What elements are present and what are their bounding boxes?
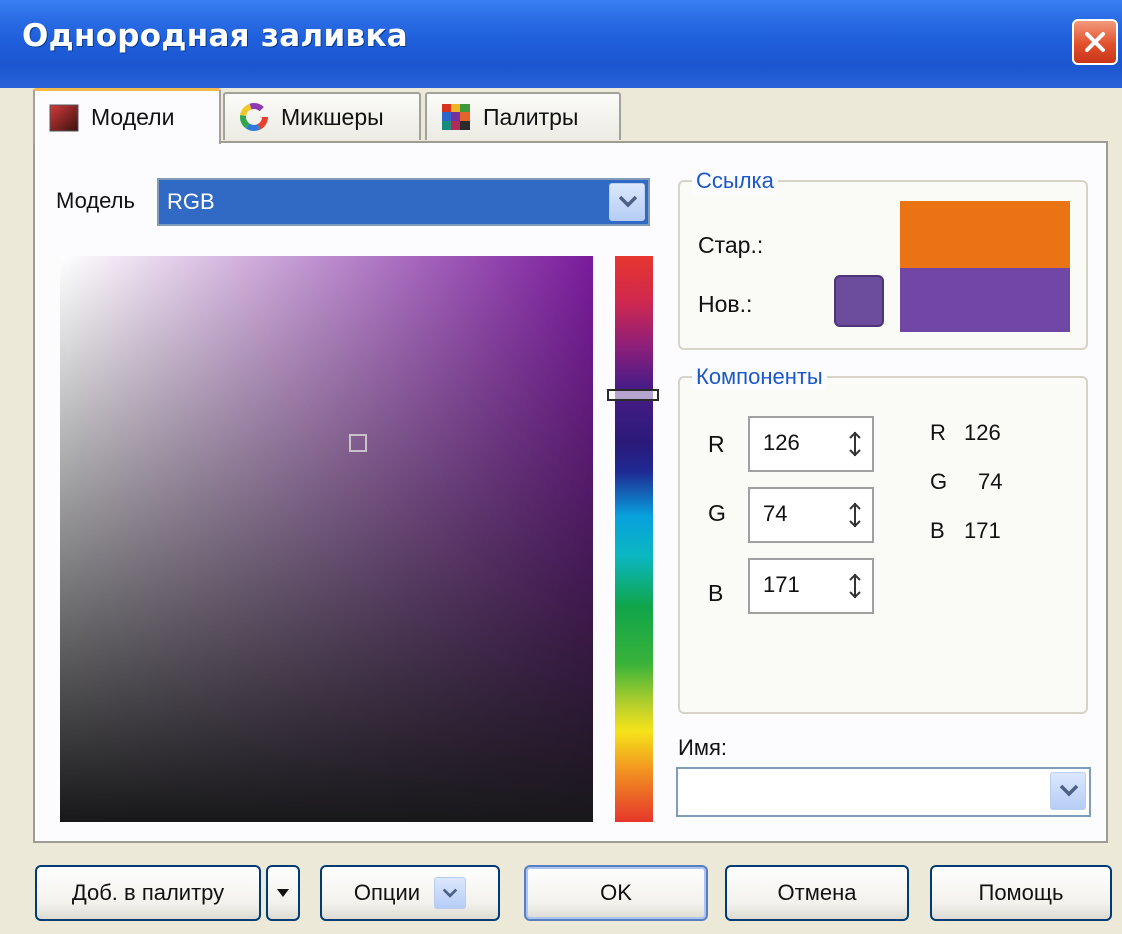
model-select[interactable]: RGB [157,178,650,226]
cancel-button[interactable]: Отмена [725,865,909,921]
add-to-palette-menu-button[interactable] [266,865,300,921]
close-icon [1085,32,1105,52]
add-to-palette-label: Доб. в палитру [71,880,225,905]
new-color-swatch [900,268,1070,332]
b-spinbox[interactable]: 171 [748,558,874,614]
color-field-marker[interactable] [349,434,367,452]
old-color-label: Стар.: [698,232,764,258]
readout-b-channel: B [930,518,945,543]
options-button[interactable]: Опции [320,865,500,921]
model-value: RGB [167,189,215,214]
help-button[interactable]: Помощь [930,865,1112,921]
r-value: 126 [763,430,800,455]
tab-palettes[interactable]: Палитры [425,92,621,140]
r-spinbox[interactable]: 126 [748,416,874,472]
hue-slider-handle[interactable] [607,389,659,401]
model-dropdown-button[interactable] [609,183,645,221]
name-combobox[interactable] [676,767,1091,817]
hue-slider[interactable] [615,256,653,822]
components-legend: Компоненты [692,364,827,390]
tab-models-label: Модели [91,104,175,130]
reference-legend: Ссылка [692,168,778,194]
channel-label-b: B [708,580,724,606]
window-title: Однородная заливка [22,18,408,54]
spin-arrows-icon[interactable] [843,500,867,530]
uniform-fill-dialog: Однородная заливка Модели Микшеры Палитр… [0,0,1122,934]
channel-label-r: R [708,431,725,457]
chevron-down-icon [442,888,458,898]
g-spinbox[interactable]: 74 [748,487,874,543]
tab-models[interactable]: Модели [33,88,221,144]
ok-label: OK [600,880,632,905]
options-dropdown-icon [434,877,467,909]
title-bar: Однородная заливка [0,0,1122,88]
color-model-icon [49,104,79,131]
name-dropdown-button[interactable] [1050,772,1086,810]
chevron-down-icon [1059,784,1079,797]
color-field[interactable] [60,256,593,822]
readout-b-value: 171 [964,518,1001,543]
close-button[interactable] [1072,19,1118,65]
add-to-palette-button[interactable]: Доб. в палитру [35,865,261,921]
components-group [678,376,1088,714]
new-color-swatch-small [834,275,884,327]
tab-mixers-label: Микшеры [281,103,384,130]
new-color-label: Нов.: [698,291,753,317]
readout-g-value: 74 [978,469,1003,494]
triangle-down-icon [277,889,289,897]
tab-mixers[interactable]: Микшеры [223,92,421,140]
help-label: Помощь [978,880,1064,905]
old-color-swatch [900,201,1070,268]
cancel-label: Отмена [777,880,857,905]
chevron-down-icon [618,195,638,208]
model-label: Модель [56,188,135,213]
name-label: Имя: [678,735,727,760]
spin-arrows-icon[interactable] [843,571,867,601]
palette-grid-icon [442,104,470,130]
color-wheel-icon [240,103,268,131]
channel-label-g: G [708,500,726,526]
readout-g-channel: G [930,469,948,494]
tab-palettes-label: Палитры [483,103,579,130]
readout-r-channel: R [930,420,946,445]
options-label: Опции [353,880,421,905]
spin-arrows-icon[interactable] [843,429,867,459]
b-value: 171 [763,572,800,597]
g-value: 74 [763,501,788,526]
readout-r-value: 126 [964,420,1001,445]
ok-button[interactable]: OK [524,865,708,921]
